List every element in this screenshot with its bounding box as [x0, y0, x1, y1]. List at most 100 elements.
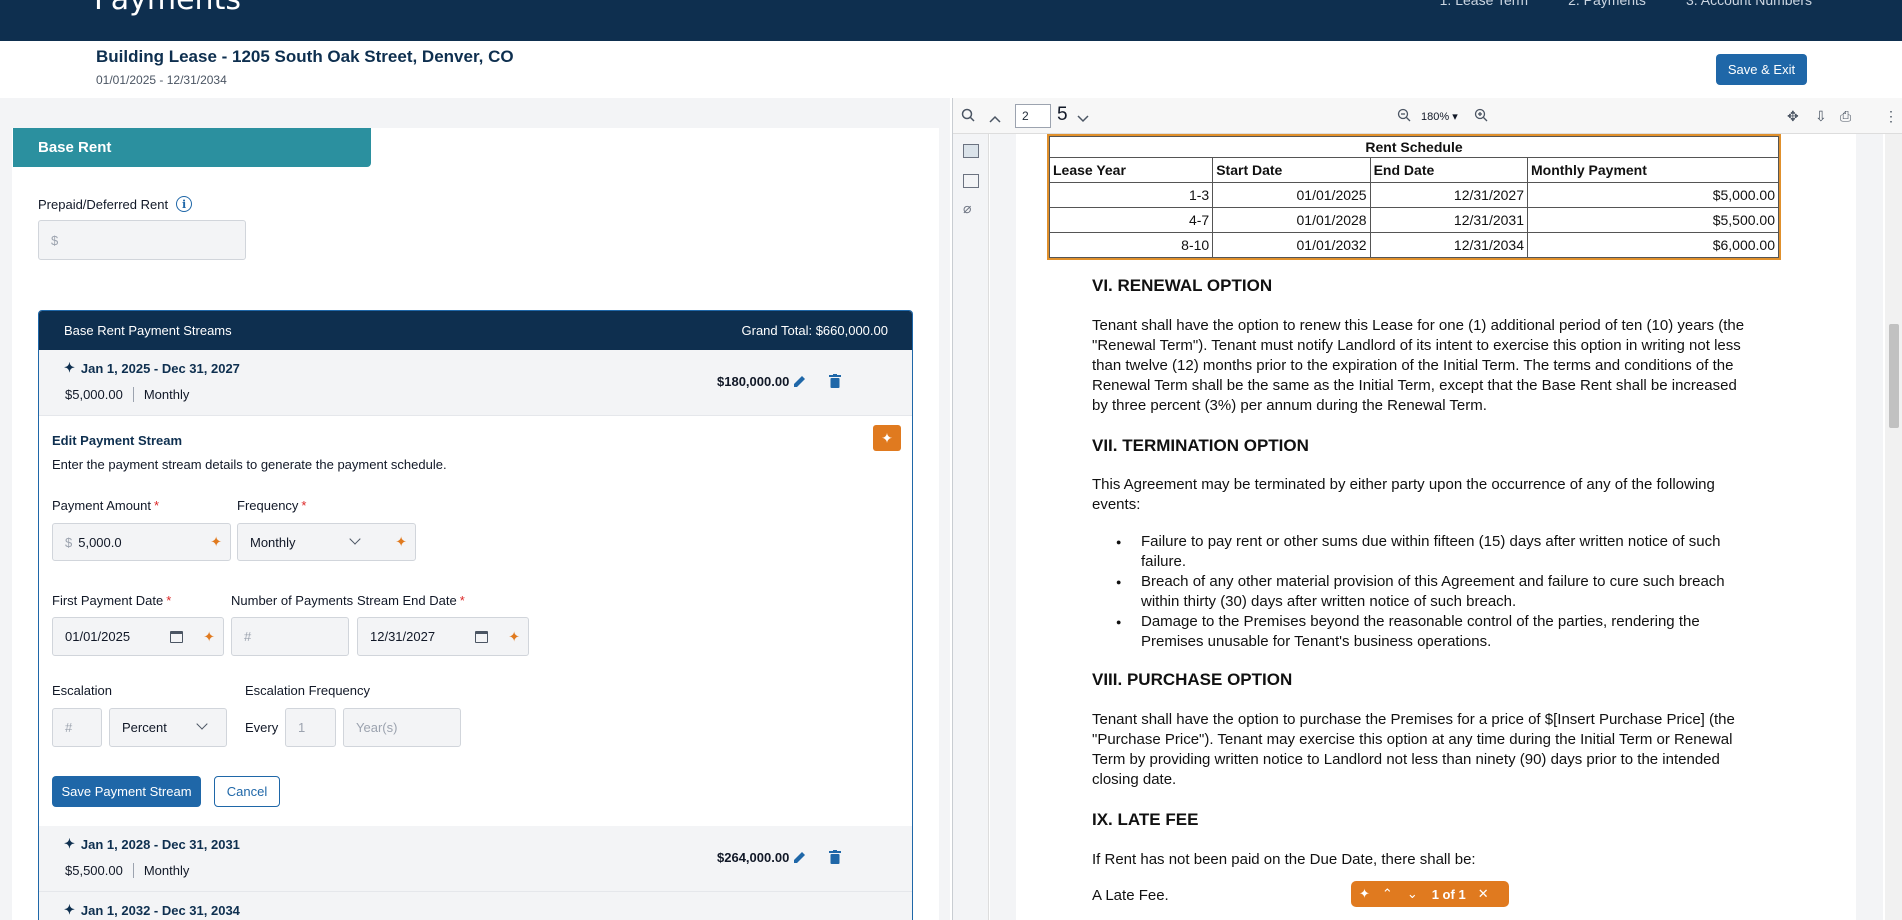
step-account-numbers[interactable]: 3. Account Numbers	[1686, 0, 1812, 8]
zoom-in-icon[interactable]	[1474, 108, 1488, 125]
chevron-up-icon[interactable]	[989, 110, 1001, 126]
stream-amount: $5,500.00	[65, 863, 123, 878]
ai-sparkle-icon[interactable]: ✦	[508, 628, 520, 645]
step-nav: 1. Lease Term 2. Payments 3. Account Num…	[1440, 0, 1812, 8]
top-bar: Payments 1. Lease Term 2. Payments 3. Ac…	[0, 0, 1902, 41]
stream-row[interactable]: ✦ Jan 1, 2032 - Dec 31, 2034	[39, 892, 912, 920]
every-label: Every	[245, 720, 279, 735]
zoom-level[interactable]: 180% ▾	[1421, 110, 1458, 123]
payment-streams-header: Base Rent Payment Streams Grand Total: $…	[39, 311, 912, 350]
download-icon[interactable]: ⇩	[1815, 108, 1827, 125]
num-payments-placeholder: #	[244, 629, 252, 644]
calendar-icon[interactable]	[170, 631, 183, 643]
page-number-input[interactable]: 2	[1015, 104, 1051, 128]
step-lease-term[interactable]: 1. Lease Term	[1440, 0, 1528, 8]
stream-amount: $5,000.00	[65, 387, 123, 402]
ai-sparkle-icon: ✦	[64, 902, 75, 917]
table-row: 4-7 01/01/2028 12/31/2031 $5,500.00	[1048, 207, 1780, 233]
trash-icon[interactable]	[826, 848, 844, 866]
chevron-up-icon[interactable]: ⌃	[1382, 886, 1393, 902]
thumbnails-icon[interactable]	[963, 144, 979, 158]
stream-row[interactable]: ✦ Jan 1, 2028 - Dec 31, 2031 $5,500.00 M…	[39, 826, 912, 892]
prepaid-placeholder: $	[51, 232, 59, 248]
unit-placeholder: Year(s)	[356, 720, 398, 735]
form-area: Base Rent Prepaid/Deferred Rent i $ Base…	[0, 98, 950, 920]
chevron-down-icon	[196, 718, 208, 730]
scrollbar[interactable]	[1885, 134, 1902, 920]
app-title: Payments	[94, 0, 241, 17]
payment-streams-card: Base Rent Payment Streams Grand Total: $…	[38, 310, 913, 920]
stream-end-value: 12/31/2027	[370, 629, 436, 644]
rent-schedule-caption: Rent Schedule	[1049, 136, 1779, 158]
ai-autofill-button[interactable]: ✦	[873, 425, 901, 451]
edit-pencil-icon[interactable]	[791, 372, 809, 390]
ai-sparkle-icon[interactable]: ✦	[210, 534, 222, 551]
table-row: 1-3 01/01/2025 12/31/2027 $5,000.00	[1048, 182, 1780, 208]
payment-amount-input[interactable]: $ 5,000.0 ✦	[52, 523, 231, 561]
step-payments[interactable]: 2. Payments	[1568, 0, 1646, 8]
info-icon[interactable]: i	[176, 196, 193, 212]
ai-sparkle-icon[interactable]: ✦	[1359, 886, 1370, 902]
cancel-button[interactable]: Cancel	[214, 776, 280, 807]
currency-prefix: $	[65, 534, 73, 550]
zoom-out-icon[interactable]	[1397, 108, 1411, 125]
attachment-icon[interactable]: ⌀	[963, 200, 971, 217]
search-icon[interactable]	[961, 108, 975, 125]
stream-range: ✦ Jan 1, 2025 - Dec 31, 2027	[64, 360, 240, 376]
ai-sparkle-icon[interactable]: ✦	[395, 534, 407, 551]
ai-sparkle-icon: ✦	[881, 429, 893, 446]
base-rent-tab[interactable]: Base Rent	[13, 128, 371, 167]
list-item: Breach of any other material provision o…	[1116, 572, 1736, 612]
pan-icon[interactable]: ✥	[1787, 108, 1799, 125]
stream-range: ✦ Jan 1, 2028 - Dec 31, 2031	[64, 836, 240, 852]
pdf-side-strip: ⌀	[953, 134, 989, 920]
stream-sub: $5,500.00 Monthly	[65, 863, 189, 878]
stream-range-text: Jan 1, 2028 - Dec 31, 2031	[80, 836, 240, 852]
trash-icon[interactable]	[826, 372, 844, 390]
more-options-icon[interactable]: ⋮	[1884, 108, 1898, 125]
stream-end-date-input[interactable]: 12/31/2027 ✦	[357, 617, 529, 656]
chevron-down-icon[interactable]	[1077, 110, 1089, 126]
save-exit-button[interactable]: Save & Exit	[1716, 54, 1807, 85]
chevron-down-icon[interactable]: ⌄	[1407, 886, 1418, 902]
escalation-type-select[interactable]: Percent	[109, 708, 227, 747]
escalation-input[interactable]: #	[52, 708, 102, 747]
edit-pencil-icon[interactable]	[791, 848, 809, 866]
stream-row[interactable]: ✦ Jan 1, 2025 - Dec 31, 2027 $5,000.00 M…	[39, 350, 912, 416]
num-payments-input[interactable]: #	[231, 617, 349, 656]
escalation-frequency-label: Escalation Frequency	[245, 683, 371, 698]
frequency-select[interactable]: Monthly ✦	[237, 523, 416, 561]
renewal-heading: VI. RENEWAL OPTION	[1092, 276, 1273, 295]
ai-sparkle-icon[interactable]: ✦	[203, 628, 215, 645]
list-item: Damage to the Premises beyond the reason…	[1116, 612, 1736, 652]
page-count: 5	[1057, 104, 1068, 125]
edit-description: Enter the payment stream details to gene…	[52, 457, 447, 472]
prepaid-input[interactable]: $	[38, 220, 246, 260]
rent-schedule-table: Rent Schedule Lease Year Start Date End …	[1047, 134, 1781, 260]
purchase-heading: VIII. PURCHASE OPTION	[1092, 670, 1293, 689]
payment-amount-label: Payment Amount *	[52, 498, 160, 513]
find-bar: ✦ ⌃ ⌄ 1 of 1 ✕	[1351, 881, 1509, 907]
table-header: Monthly Payment	[1526, 157, 1780, 183]
renewal-paragraph: Tenant shall have the option to renew th…	[1092, 317, 1745, 414]
every-input[interactable]: 1	[285, 708, 336, 747]
first-payment-date-input[interactable]: 01/01/2025 ✦	[52, 617, 224, 656]
escalation-unit-input[interactable]: Year(s)	[343, 708, 461, 747]
calendar-icon[interactable]	[475, 631, 488, 643]
stream-frequency: Monthly	[143, 863, 190, 878]
frequency-value: Monthly	[250, 534, 296, 550]
table-header: Start Date	[1212, 157, 1371, 183]
scrollbar-thumb[interactable]	[1889, 324, 1899, 428]
prepaid-label: Prepaid/Deferred Rent	[38, 196, 169, 212]
escalation-placeholder: #	[65, 720, 73, 735]
table-row: 8-10 01/01/2032 12/31/2034 $6,000.00	[1048, 232, 1780, 258]
save-payment-stream-button[interactable]: Save Payment Stream	[52, 776, 201, 807]
frequency-label: Frequency *	[237, 498, 307, 513]
edit-title: Edit Payment Stream	[52, 433, 183, 448]
close-icon[interactable]: ✕	[1478, 886, 1489, 902]
outline-icon[interactable]	[963, 174, 979, 188]
lease-dates: 01/01/2025 - 12/31/2034	[96, 73, 227, 87]
find-count: 1 of 1	[1431, 886, 1466, 902]
table-header: End Date	[1369, 157, 1528, 183]
print-icon[interactable]: ⎙	[1840, 108, 1851, 125]
